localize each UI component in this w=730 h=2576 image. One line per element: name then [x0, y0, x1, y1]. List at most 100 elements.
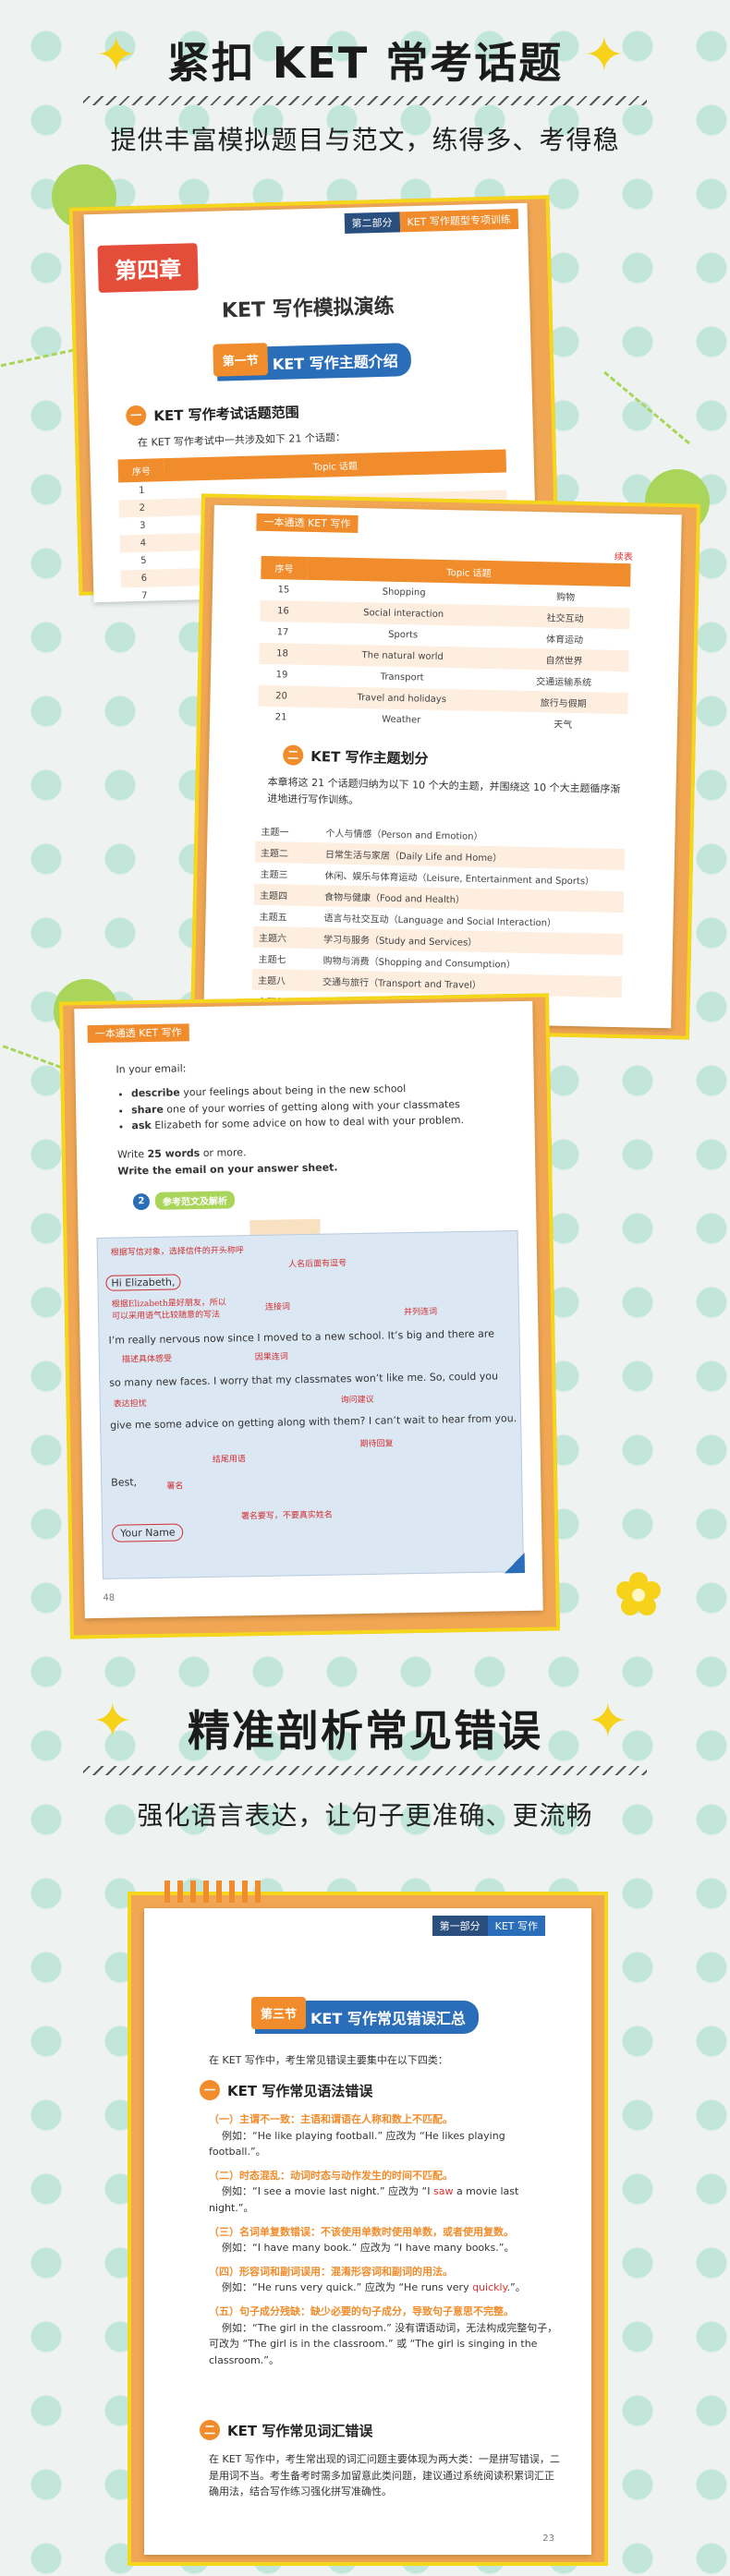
topic-table-continued: 序号 Topic 话题 15 Shopping 购物 16 Social interac…: [258, 555, 631, 735]
annotation: 人名后面有逗号: [288, 1259, 347, 1270]
binder-rings: [164, 1881, 266, 1903]
section-title: KET 写作常见错误汇总: [310, 2010, 466, 2027]
section1-subtitle: 提供丰富模拟题目与范文，练得多、考得稳: [110, 125, 620, 155]
sub-title: KET 写作常见词汇错误: [227, 2422, 373, 2439]
annotation: 期待回复: [359, 1439, 394, 1450]
error-heading: （一）主谓不一致：主语和谓语在人称和数上不匹配。: [209, 2113, 453, 2125]
col-header: 序号: [261, 555, 308, 580]
sub-number: 二: [200, 2420, 220, 2440]
decor-dashed-line: [0, 346, 83, 368]
theme-label: 主题四: [253, 883, 320, 907]
annotation: 并列连词: [403, 1307, 438, 1318]
section1-title: 紧扣 KET 常考话题: [166, 38, 564, 88]
vocab-text: 在 KET 写作中，考生常出现的词汇问题主要体现为两大类：一是拼写错误，二是用词…: [209, 2453, 560, 2498]
example-text: 例如：“I see a movie last night.” 应改为 “I: [222, 2185, 433, 2198]
subheading: 一 KET 写作常见语法错误: [200, 2080, 372, 2100]
sub-number: 一: [126, 405, 147, 427]
flower-icon: [616, 1572, 661, 1615]
intro-text: 本章将这 21 个话题归纳为以下 10 个大的主题，并围绕这 10 个大主题循序…: [267, 776, 621, 806]
error-heading: （二）时态混乱：动词时态与动作发生的时间不匹配。: [209, 2169, 453, 2182]
row-topic-zh: 体育运动: [545, 635, 584, 647]
bullet-verb: ask: [131, 1119, 152, 1132]
theme-label: 主题五: [259, 912, 287, 924]
theme-label: 主题八: [251, 968, 318, 992]
intro-text: 在 KET 写作中，考生常见错误主要集中在以下四类：: [209, 2054, 448, 2066]
row-number: 6: [120, 569, 168, 588]
letter-greeting: Hi Elizabeth,: [105, 1274, 181, 1291]
bullet-text: your feelings about being in the new sch…: [179, 1082, 407, 1099]
page1-title: KET 写作模拟演练: [221, 295, 395, 323]
sample-letter: 根据写信对象，选择信件的开头称呼 人名后面有逗号 Hi Elizabeth, 根…: [96, 1230, 526, 1579]
write-sheet-instruction: Write the email on your answer sheet.: [117, 1161, 338, 1178]
page3-header-tag: 一本通透 KET 写作: [87, 1022, 189, 1044]
sub-title: KET 写作考试话题范围: [153, 403, 299, 424]
error-example: 例如：“He like playing football.” 应改为 “He l…: [209, 2128, 560, 2160]
error-list: （一）主谓不一致：主语和谓语在人称和数上不匹配。例如：“He like play…: [209, 2111, 560, 2376]
error-example: 例如：“The girl in the classroom.” 没有谓语动词，无…: [209, 2320, 560, 2369]
row-number: 15: [277, 585, 290, 596]
letter-line: so many new faces. I worry that my class…: [109, 1370, 499, 1389]
error-example: 例如：“I have many book.” 应改为 “I have many …: [209, 2240, 560, 2256]
part-label-tag: KET 写作: [487, 1916, 545, 1936]
theme-label: 主题一: [261, 827, 289, 839]
section-label: 第三节: [251, 1997, 307, 2029]
email-intro: In your email:: [116, 1062, 187, 1076]
error-heading: （五）句子成分残缺：缺少必要的句子成分，导致句子意思不完整。: [209, 2304, 514, 2317]
row-topic-zh: 旅行与假期: [498, 690, 628, 715]
row-topic-en: Weather: [382, 714, 421, 726]
subheading: 二 KET 写作常见词汇错误: [200, 2420, 372, 2440]
section-label: 第一节: [213, 343, 269, 377]
section2-header: 精准剖析常见错误: [0, 1698, 730, 1759]
error-heading: （四）形容词和副词误用：混淆形容词和副词的用法。: [209, 2265, 453, 2278]
letter-closing: Best,: [111, 1476, 138, 1489]
theme-label: 主题七: [258, 954, 286, 966]
bullet-text: Elizabeth for some advice on how to deal…: [151, 1114, 465, 1132]
part-tag: 第一部分: [432, 1916, 488, 1936]
row-number: 18: [259, 642, 306, 665]
page4-header-tags: 第一部分 KET 写作: [432, 1916, 545, 1936]
example-text: 例如：“He runs very quick.” 应改为 “He runs ve…: [222, 2281, 473, 2294]
write-text: or more.: [200, 1146, 247, 1160]
row-number: 5: [140, 555, 147, 566]
section1-header: 紧扣 KET 常考话题: [0, 30, 730, 91]
book-tag: 一本通透 KET 写作: [256, 513, 359, 534]
example-text: 例如：“He like playing football.” 应改为 “He l…: [209, 2129, 505, 2159]
annotation: 因果连词: [254, 1352, 288, 1363]
sub-title: 参考范文及解析: [154, 1191, 236, 1210]
page-number: 48: [103, 1592, 116, 1603]
intro-text: 在 KET 写作考试中一共涉及如下 21 个话题：: [137, 431, 347, 449]
sub-title: KET 写作主题划分: [310, 747, 429, 768]
themes-table: 主题一 个人与情感（Person and Emotion） 主题二 日常生活与家居（D…: [251, 820, 626, 1019]
row-number: 2: [118, 499, 166, 518]
theme-label: 主题二: [254, 841, 321, 865]
example-text: .”。: [506, 2281, 526, 2294]
write-instruction: Write 25 words or more.: [117, 1144, 247, 1163]
annotation: 根据Elizabeth是好朋友，所以可以采用语气比较随意的写法: [111, 1298, 226, 1322]
row-number: 7: [141, 590, 148, 601]
zigzag-divider: [83, 96, 647, 105]
row-number: 21: [274, 712, 287, 723]
annotation: 结尾用语: [212, 1455, 246, 1465]
part-label-tag: KET 写作题型专项训练: [399, 209, 519, 233]
section2-subtitle-wrap: 强化语言表达，让句子更准确、更流畅: [0, 1796, 730, 1832]
theme-label: 主题六: [252, 925, 319, 949]
sub-number: 一: [200, 2080, 220, 2100]
page1-header-tags: 第二部分 KET 写作题型专项训练: [344, 209, 519, 234]
section-ribbon: 第三节 KET 写作常见错误汇总: [251, 1997, 479, 2034]
continued-label: 续表: [614, 551, 633, 563]
page2: 一本通透 KET 写作 续表 序号 Topic 话题 15 Shopping 购物 1…: [203, 504, 682, 1029]
subheading: 二 KET 写作主题划分: [282, 744, 429, 768]
row-topic-zh: 交通运输系统: [536, 677, 592, 689]
section-ribbon: 第一节 KET 写作主题介绍: [213, 343, 412, 381]
subheading: 一 KET 写作考试话题范围: [126, 401, 299, 427]
write-count: 25 words: [147, 1147, 201, 1161]
page3: 一本通透 KET 写作 In your email: describe your…: [74, 1000, 543, 1619]
row-number: 1: [139, 485, 145, 496]
decor-dashed-line: [603, 370, 690, 445]
sub-title: KET 写作常见语法错误: [227, 2082, 373, 2099]
row-number: 19: [275, 670, 288, 681]
zigzag-divider: [83, 1766, 647, 1775]
corrected-word: quickly: [472, 2281, 507, 2294]
example-text: 例如：“I have many book.” 应改为 “I have many …: [222, 2242, 515, 2255]
error-example: 例如：“I see a movie last night.” 应改为 “I sa…: [209, 2183, 560, 2216]
